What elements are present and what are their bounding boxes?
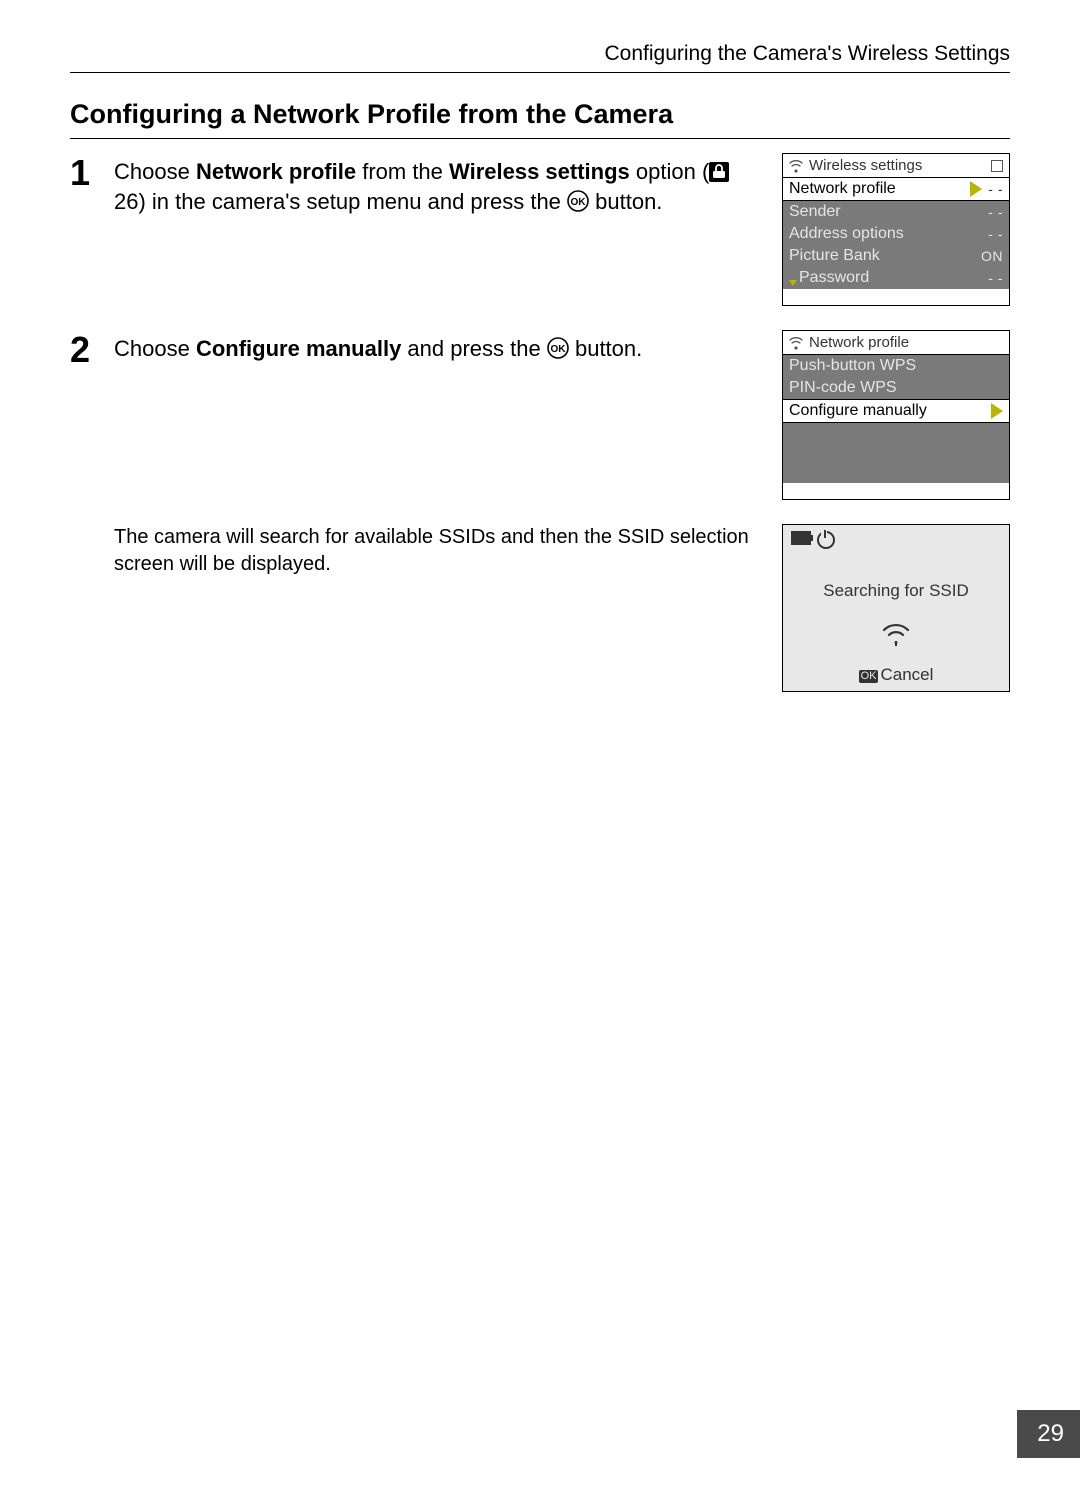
step-2: 2 Choose Configure manually and press th…: [70, 330, 1010, 500]
row-value: ON: [981, 249, 1003, 263]
ok-button-icon: OK: [567, 190, 589, 212]
row-label: Address options: [789, 226, 904, 242]
step-2-text: Choose Configure manually and press the …: [114, 330, 762, 364]
manual-page: Configuring the Camera's Wireless Settin…: [0, 0, 1080, 1486]
step-number: 2: [70, 330, 114, 368]
row-label: Configure manually: [789, 403, 927, 419]
row-label: Password: [799, 270, 869, 286]
page-ref: 26: [114, 189, 138, 214]
ok-button-icon: OK: [547, 337, 569, 359]
scroll-down-icon: [789, 280, 797, 286]
screen-header: Network profile: [783, 331, 1009, 354]
ok-badge-icon: OK: [859, 670, 879, 683]
screen-title: Network profile: [809, 335, 1003, 350]
wifi-icon: [789, 159, 803, 173]
text-bold: Wireless settings: [449, 159, 630, 184]
row-value: - -: [988, 271, 1003, 285]
row-label: PIN-code WPS: [789, 380, 897, 396]
step-number: 1: [70, 153, 114, 191]
step-2-subnote: The camera will search for available SSI…: [114, 524, 1010, 692]
text: Choose: [114, 159, 196, 184]
cancel-hint: OKCancel: [783, 665, 1009, 685]
menu-body: Push-button WPS PIN-code WPS Configure m…: [783, 354, 1009, 483]
row-label: Sender: [789, 204, 841, 220]
screen-header: Wireless settings: [783, 154, 1009, 177]
menu-row-configure-manually: Configure manually: [783, 399, 1009, 423]
wifi-icon: [789, 336, 803, 350]
running-head: Configuring the Camera's Wireless Settin…: [70, 42, 1010, 73]
svg-text:OK: OK: [571, 197, 587, 208]
cancel-label: Cancel: [880, 665, 933, 684]
text: ) in the camera's setup menu and press t…: [138, 189, 567, 214]
step-1: 1 Choose Network profile from the Wirele…: [70, 153, 1010, 306]
menu-row-network-profile: Network profile - -: [783, 177, 1009, 201]
menu-row-address-options: Address options - -: [783, 223, 1009, 245]
camera-screen-network-profile: Network profile Push-button WPS PIN-code…: [782, 330, 1010, 500]
row-value: - -: [988, 182, 1003, 196]
camera-screen-searching-ssid: Searching for SSID OKCancel: [782, 524, 1010, 692]
menu-indicator-icon: [991, 160, 1003, 172]
section-title: Configuring a Network Profile from the C…: [70, 99, 1010, 139]
menu-row-pin-code-wps: PIN-code WPS: [783, 377, 1009, 399]
wifi-searching-icon: [881, 623, 911, 647]
step-1-text: Choose Network profile from the Wireless…: [114, 153, 762, 216]
svg-text:OK: OK: [550, 344, 566, 355]
setup-ref-icon: [709, 162, 729, 182]
camera-screen-wireless-settings: Wireless settings Network profile - - Se…: [782, 153, 1010, 306]
power-icon: [817, 531, 835, 549]
text-bold: Network profile: [196, 159, 356, 184]
page-number: 29: [1017, 1410, 1080, 1458]
chevron-right-icon: [970, 181, 982, 197]
text: option (: [630, 159, 710, 184]
menu-body: Network profile - - Sender - - Address o…: [783, 177, 1009, 305]
text: button.: [569, 336, 642, 361]
text: and press the: [401, 336, 547, 361]
menu-row-push-button-wps: Push-button WPS: [783, 354, 1009, 377]
menu-row-sender: Sender - -: [783, 201, 1009, 223]
row-value: - -: [988, 227, 1003, 241]
row-label: Picture Bank: [789, 248, 880, 264]
screen-title: Wireless settings: [809, 158, 985, 173]
text: Choose: [114, 336, 196, 361]
screen-footer: [783, 289, 1009, 305]
searching-message: Searching for SSID: [783, 581, 1009, 601]
subnote-text: The camera will search for available SSI…: [114, 524, 762, 578]
row-value: - -: [988, 205, 1003, 219]
screen-footer: [783, 483, 1009, 499]
text-bold: Configure manually: [196, 336, 401, 361]
menu-row-picture-bank: Picture Bank ON: [783, 245, 1009, 267]
menu-row-password: Password - -: [783, 267, 1009, 289]
row-label: Network profile: [789, 181, 896, 197]
row-label: Push-button WPS: [789, 358, 916, 374]
battery-icon: [791, 531, 811, 545]
text: from the: [356, 159, 449, 184]
text: button.: [589, 189, 662, 214]
status-bar: [783, 525, 1009, 549]
chevron-right-icon: [991, 403, 1003, 419]
